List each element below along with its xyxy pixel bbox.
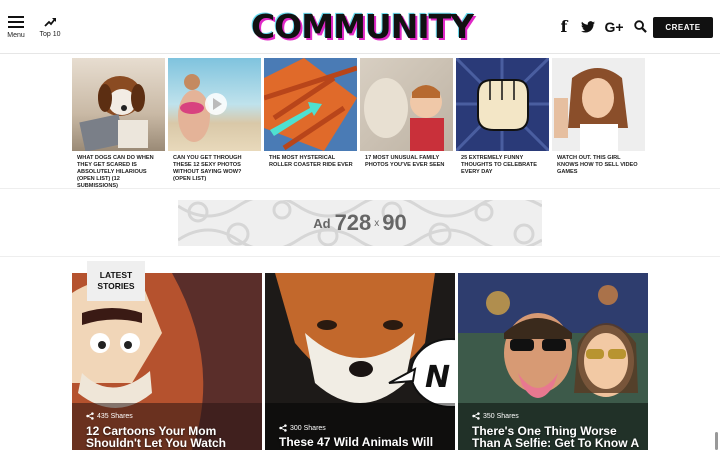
share-count: 350 Shares bbox=[472, 412, 519, 420]
top-10-label: Top 10 bbox=[39, 31, 61, 38]
thumbnail-image bbox=[72, 58, 165, 151]
svg-text:N: N bbox=[425, 360, 450, 395]
story-title: These 47 Wild Animals Will bbox=[279, 435, 434, 449]
scrollbar-thumb[interactable] bbox=[715, 432, 718, 450]
thumbnail-image bbox=[168, 58, 261, 151]
social-links: f G+ bbox=[556, 17, 650, 37]
thumbnail-card[interactable]: WATCH OUT. THIS GIRL KNOWS HOW TO SELL V… bbox=[552, 58, 645, 176]
thumbnail-card[interactable]: WHAT DOGS CAN DO WHEN THEY GET SCARED IS… bbox=[72, 58, 165, 190]
share-icon bbox=[279, 424, 287, 432]
thumbnail-card[interactable]: 25 EXTREMELY FUNNY THOUGHTS TO CELEBRATE… bbox=[456, 58, 549, 176]
thumbnail-caption: 25 EXTREMELY FUNNY THOUGHTS TO CELEBRATE… bbox=[461, 155, 537, 175]
site-logo[interactable]: COMMUNITY bbox=[242, 7, 482, 47]
site-header: Menu Top 10 COMMUNITY f G+ CREATE bbox=[0, 0, 720, 54]
top-10-button[interactable]: Top 10 bbox=[36, 16, 64, 38]
hamburger-icon bbox=[6, 16, 26, 28]
menu-button[interactable]: Menu bbox=[6, 16, 26, 39]
thumbnail-image bbox=[552, 58, 645, 151]
share-count: 435 Shares bbox=[86, 412, 133, 420]
thumbnail-caption: 17 MOST UNUSUAL FAMILY PHOTOS YOU'VE EVE… bbox=[365, 155, 445, 168]
thumbnail-caption: THE MOST HYSTERICAL ROLLER COASTER RIDE … bbox=[269, 155, 353, 168]
thumbnail-card[interactable]: CAN YOU GET THROUGH THESE 12 SEXY PHOTOS… bbox=[168, 58, 261, 183]
thumbnail-card[interactable]: THE MOST HYSTERICAL ROLLER COASTER RIDE … bbox=[264, 58, 357, 169]
thumbnail-image bbox=[456, 58, 549, 151]
trending-icon bbox=[44, 18, 56, 27]
ad-banner[interactable]: Ad 728 x 90 bbox=[178, 200, 542, 246]
twitter-icon[interactable] bbox=[576, 17, 600, 37]
thumbnail-image bbox=[360, 58, 453, 151]
search-icon[interactable] bbox=[630, 17, 650, 37]
trending-thumbnails: WHAT DOGS CAN DO WHEN THEY GET SCARED IS… bbox=[72, 58, 648, 189]
story-title: There's One Thing Worse Than A Selfie: G… bbox=[472, 424, 640, 450]
thumbnail-caption: CAN YOU GET THROUGH THESE 12 SEXY PHOTOS… bbox=[173, 155, 242, 182]
story-title: 12 Cartoons Your Mom Shouldn't Let You W… bbox=[86, 424, 226, 450]
thumbnail-caption: WHAT DOGS CAN DO WHEN THEY GET SCARED IS… bbox=[77, 155, 154, 189]
story-card[interactable]: N 300 Shares These 47 Wild Animals Will bbox=[265, 273, 455, 450]
section-divider bbox=[0, 256, 720, 257]
story-card[interactable]: 350 Shares There's One Thing Worse Than … bbox=[458, 273, 648, 450]
create-button[interactable]: CREATE bbox=[653, 17, 713, 38]
share-icon bbox=[472, 412, 480, 420]
latest-stories: LATEST STORIES 435 Shares 12 Cartoons Yo… bbox=[72, 261, 648, 450]
ad-size-label: Ad 728 x 90 bbox=[313, 210, 407, 235]
google-plus-icon[interactable]: G+ bbox=[602, 17, 626, 37]
latest-stories-label: LATEST STORIES bbox=[87, 261, 145, 301]
share-count: 300 Shares bbox=[279, 424, 326, 432]
facebook-icon[interactable]: f bbox=[556, 17, 572, 37]
section-divider bbox=[0, 188, 720, 189]
thumbnail-caption: WATCH OUT. THIS GIRL KNOWS HOW TO SELL V… bbox=[557, 155, 638, 175]
thumbnail-card[interactable]: 17 MOST UNUSUAL FAMILY PHOTOS YOU'VE EVE… bbox=[360, 58, 453, 169]
thumbnail-image bbox=[264, 58, 357, 151]
menu-label: Menu bbox=[7, 32, 25, 39]
share-icon bbox=[86, 412, 94, 420]
